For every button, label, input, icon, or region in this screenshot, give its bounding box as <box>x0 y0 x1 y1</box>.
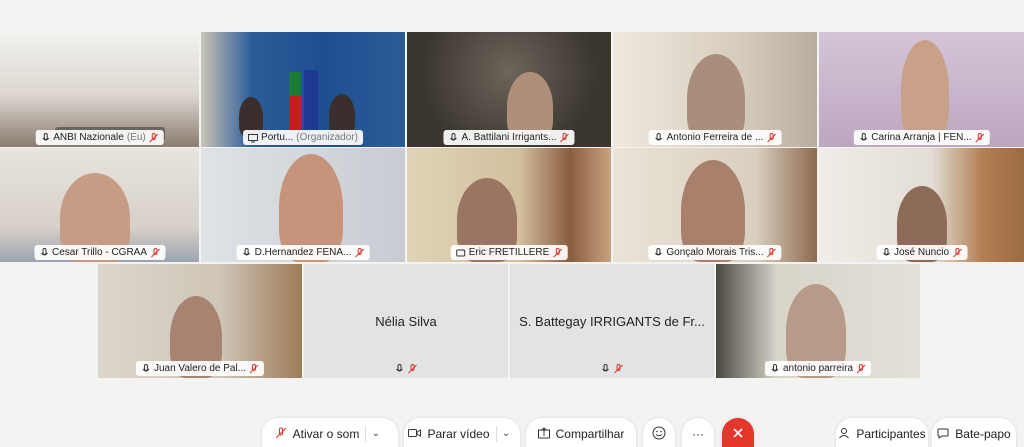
more-options-button[interactable]: ··· <box>682 418 714 447</box>
stop-video-label: Parar vídeo <box>427 427 490 441</box>
smiley-icon <box>652 426 666 443</box>
mic-icon <box>653 247 663 258</box>
mic-icon <box>395 363 405 374</box>
participant-nametag: Juan Valero de Pal... <box>135 361 265 376</box>
participant-name: antonio parreira <box>782 363 854 374</box>
mic-icon <box>770 363 780 374</box>
participant-name: Portu... <box>261 132 294 143</box>
muted-mic-icon <box>408 363 418 374</box>
muted-mic-icon <box>150 247 160 258</box>
muted-mic-icon <box>249 363 259 374</box>
participant-nametag: ANBI Nazionale (Eu) <box>35 130 164 145</box>
share-button[interactable]: Compartilhar <box>526 418 636 447</box>
participant-nametag: antonio parreira <box>764 361 872 376</box>
participant-nametag <box>596 361 629 376</box>
video-camera-icon <box>408 427 422 441</box>
mic-icon <box>881 247 891 258</box>
participant-nametag: José Nuncio <box>875 245 968 260</box>
phone-icon <box>456 248 466 258</box>
chevron-down-icon[interactable]: ⌄ <box>495 426 516 442</box>
participant-name: Juan Valero de Pal... <box>153 363 247 374</box>
chevron-down-icon[interactable]: ⌄ <box>365 426 385 442</box>
participant-name: Carina Arranja | FEN... <box>871 132 972 143</box>
mic-icon <box>448 132 458 143</box>
participant-nametag: D.Hernandez FENA... <box>236 245 370 260</box>
close-icon <box>733 427 743 441</box>
video-tile-active-speaker[interactable]: Portu... (Organizador) <box>201 32 405 147</box>
participant-nametag: A. Battilani Irrigants... <box>443 130 575 145</box>
muted-mic-icon <box>552 247 562 258</box>
participant-nametag: Portu... (Organizador) <box>243 130 363 145</box>
share-screen-icon <box>537 426 550 442</box>
mic-icon <box>654 132 664 143</box>
participants-button[interactable]: Participantes <box>836 418 928 447</box>
muted-mic-icon <box>560 132 570 143</box>
muted-mic-icon <box>149 132 159 143</box>
mic-icon <box>242 247 252 258</box>
participant-name: D.Hernandez FENA... <box>254 247 352 258</box>
participant-nametag: Carina Arranja | FEN... <box>853 130 990 145</box>
muted-mic-icon <box>952 247 962 258</box>
participant-name: Gonçalo Morais Tris... <box>666 247 764 258</box>
participant-nametag <box>390 361 423 376</box>
video-tile-no-camera[interactable]: Nélia Silva <box>304 264 508 378</box>
participant-display-name: Nélia Silva <box>375 313 437 329</box>
participant-nametag: Cesar Trillo - CGRAA <box>33 245 166 260</box>
video-tile[interactable]: D.Hernandez FENA... <box>201 148 405 262</box>
video-tile[interactable]: Carina Arranja | FEN... <box>819 32 1024 147</box>
video-tile[interactable]: ANBI Nazionale (Eu) <box>0 32 199 147</box>
video-tile[interactable]: Eric FRETILLERE <box>407 148 611 262</box>
mic-icon <box>40 132 50 143</box>
video-tile[interactable]: A. Battilani Irrigants... <box>407 32 611 147</box>
video-tile[interactable]: Juan Valero de Pal... <box>98 264 302 378</box>
participant-display-name: S. Battegay IRRIGANTS de Fr... <box>519 313 705 329</box>
video-tile[interactable]: Antonio Ferreira de ... <box>613 32 817 147</box>
mic-icon <box>141 363 151 374</box>
participant-nametag: Antonio Ferreira de ... <box>648 130 782 145</box>
video-tile[interactable]: Gonçalo Morais Tris... <box>613 148 817 262</box>
mic-icon <box>858 132 868 143</box>
participant-name: Cesar Trillo - CGRAA <box>51 247 148 258</box>
video-tile[interactable]: Cesar Trillo - CGRAA <box>0 148 199 262</box>
flag-eu <box>304 70 318 132</box>
reactions-button[interactable] <box>643 418 675 447</box>
participant-nametag: Gonçalo Morais Tris... <box>648 245 782 260</box>
share-label: Compartilhar <box>555 427 625 441</box>
muted-mic-icon <box>614 363 624 374</box>
unmute-button[interactable]: Ativar o som ⌄ <box>262 418 398 447</box>
more-options-label: ··· <box>692 427 704 441</box>
participants-label: Participantes <box>856 427 926 441</box>
chat-bubble-icon <box>937 427 949 442</box>
mic-icon <box>39 247 49 258</box>
screen-share-icon <box>248 133 259 143</box>
participant-name: Eric FRETILLERE <box>468 247 550 258</box>
muted-mic-icon <box>856 363 866 374</box>
video-tile[interactable]: antonio parreira <box>716 264 920 378</box>
muted-mic-icon <box>354 247 364 258</box>
video-tile[interactable]: José Nuncio <box>819 148 1024 262</box>
unmute-label: Ativar o som <box>292 427 360 441</box>
mic-icon <box>601 363 611 374</box>
muted-mic-icon <box>766 132 776 143</box>
meeting-toolbar: Ativar o som ⌄ Parar vídeo ⌄ Compartilha… <box>0 418 1024 447</box>
muted-mic-icon <box>767 247 777 258</box>
flag-portugal <box>289 72 301 132</box>
participant-name: A. Battilani Irrigants... <box>461 132 557 143</box>
participant-name: Antonio Ferreira de ... <box>666 132 764 143</box>
chat-label: Bate-papo <box>955 427 1011 441</box>
meeting-stage: ANBI Nazionale (Eu) Portu... (Organizado… <box>0 0 1024 447</box>
stop-video-button[interactable]: Parar vídeo ⌄ <box>404 418 520 447</box>
participant-nametag: Eric FRETILLERE <box>450 245 568 260</box>
muted-mic-icon <box>275 427 287 442</box>
video-tile-no-camera[interactable]: S. Battegay IRRIGANTS de Fr... <box>510 264 714 378</box>
participant-name: José Nuncio <box>893 247 950 258</box>
muted-mic-icon <box>975 132 985 143</box>
participants-icon <box>838 427 850 442</box>
participant-video <box>901 40 949 140</box>
leave-meeting-button[interactable] <box>722 418 754 447</box>
participant-name: ANBI Nazionale <box>53 132 124 143</box>
participant-suffix: (Organizador) <box>296 132 358 143</box>
chat-button[interactable]: Bate-papo <box>932 418 1016 447</box>
participant-suffix: (Eu) <box>126 132 146 143</box>
